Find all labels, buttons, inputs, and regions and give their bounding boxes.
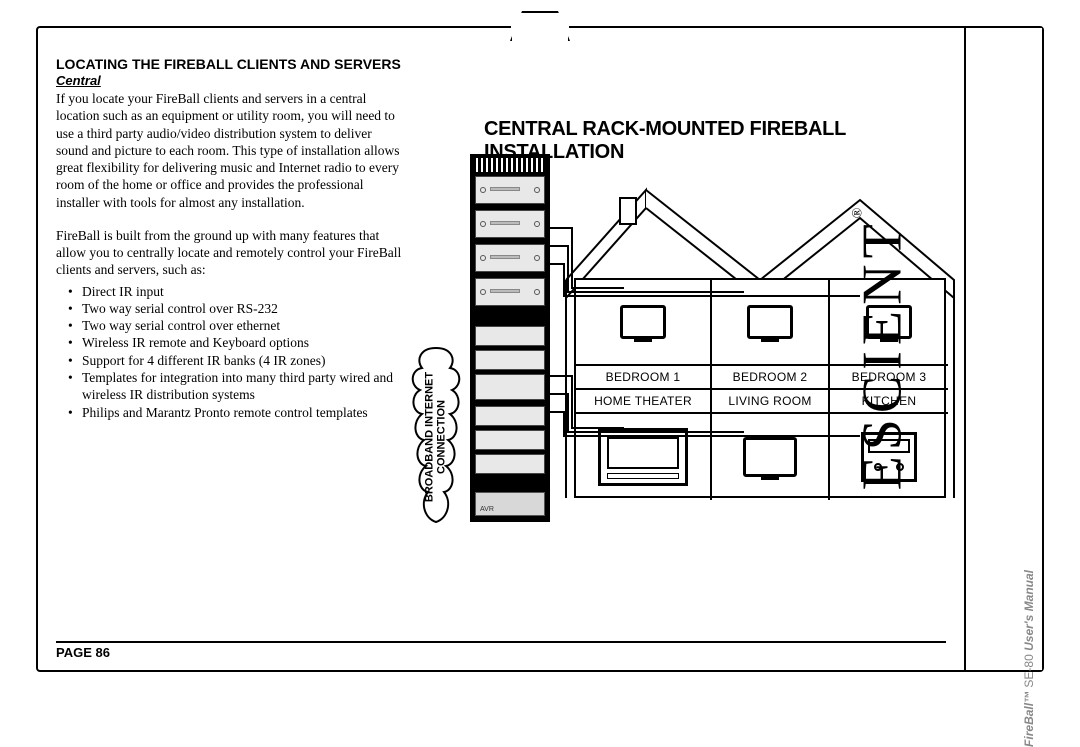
projection-tv-icon <box>598 428 688 486</box>
tv-icon <box>620 305 666 339</box>
feature-item: Templates for integration into many thir… <box>82 369 402 404</box>
internet-cloud-icon: BROADBAND INTERNET CONNECTION <box>406 342 466 532</box>
manual-title: FireBall™ SE-80 User's Manual <box>1022 570 1036 747</box>
tv-icon <box>747 305 793 339</box>
room-bedroom2 <box>712 280 830 366</box>
room-label: HOME THEATER <box>576 390 712 414</box>
room-hometheater <box>576 414 712 500</box>
cloud-label-1: BROADBAND INTERNET <box>423 372 435 502</box>
page-footer: PAGE 86 <box>56 641 946 660</box>
feature-item: Wireless IR remote and Keyboard options <box>82 334 402 351</box>
feature-item: Philips and Marantz Pronto remote contro… <box>82 404 402 421</box>
feature-item: Two way serial control over RS-232 <box>82 300 402 317</box>
equipment-rack-icon <box>470 154 550 522</box>
section-heading: LOCATING THE FIREBALL CLIENTS AND SERVER… <box>56 56 956 72</box>
room-label: BEDROOM 2 <box>712 366 830 390</box>
page-frame: LOCATING THE FIREBALL CLIENTS AND SERVER… <box>36 26 1044 672</box>
brand-logo: ESCIENT® <box>851 208 915 491</box>
room-bedroom1 <box>576 280 712 366</box>
page-number: PAGE 86 <box>56 645 110 660</box>
feature-item: Support for 4 different IR banks (4 IR z… <box>82 352 402 369</box>
feature-list: Direct IR input Two way serial control o… <box>56 283 402 421</box>
section-subhead: Central <box>56 73 956 88</box>
cloud-label-2: CONNECTION <box>435 400 447 474</box>
room-label: BEDROOM 1 <box>576 366 712 390</box>
sidebar-brand: ESCIENT® FireBall™ SE-80 User's Manual <box>964 28 1042 670</box>
paragraph-1: If you locate your FireBall clients and … <box>56 90 402 211</box>
feature-item: Direct IR input <box>82 283 402 300</box>
paragraph-2: FireBall is built from the ground up wit… <box>56 227 402 279</box>
registered-mark: ® <box>851 208 866 219</box>
content-area: LOCATING THE FIREBALL CLIENTS AND SERVER… <box>56 56 956 636</box>
feature-item: Two way serial control over ethernet <box>82 317 402 334</box>
diagram-title: CENTRAL RACK-MOUNTED FIREBALL INSTALLATI… <box>484 118 968 164</box>
body-text-column: If you locate your FireBall clients and … <box>56 90 402 421</box>
room-livingroom <box>712 414 830 500</box>
room-label: LIVING ROOM <box>712 390 830 414</box>
tv-icon <box>743 437 797 477</box>
